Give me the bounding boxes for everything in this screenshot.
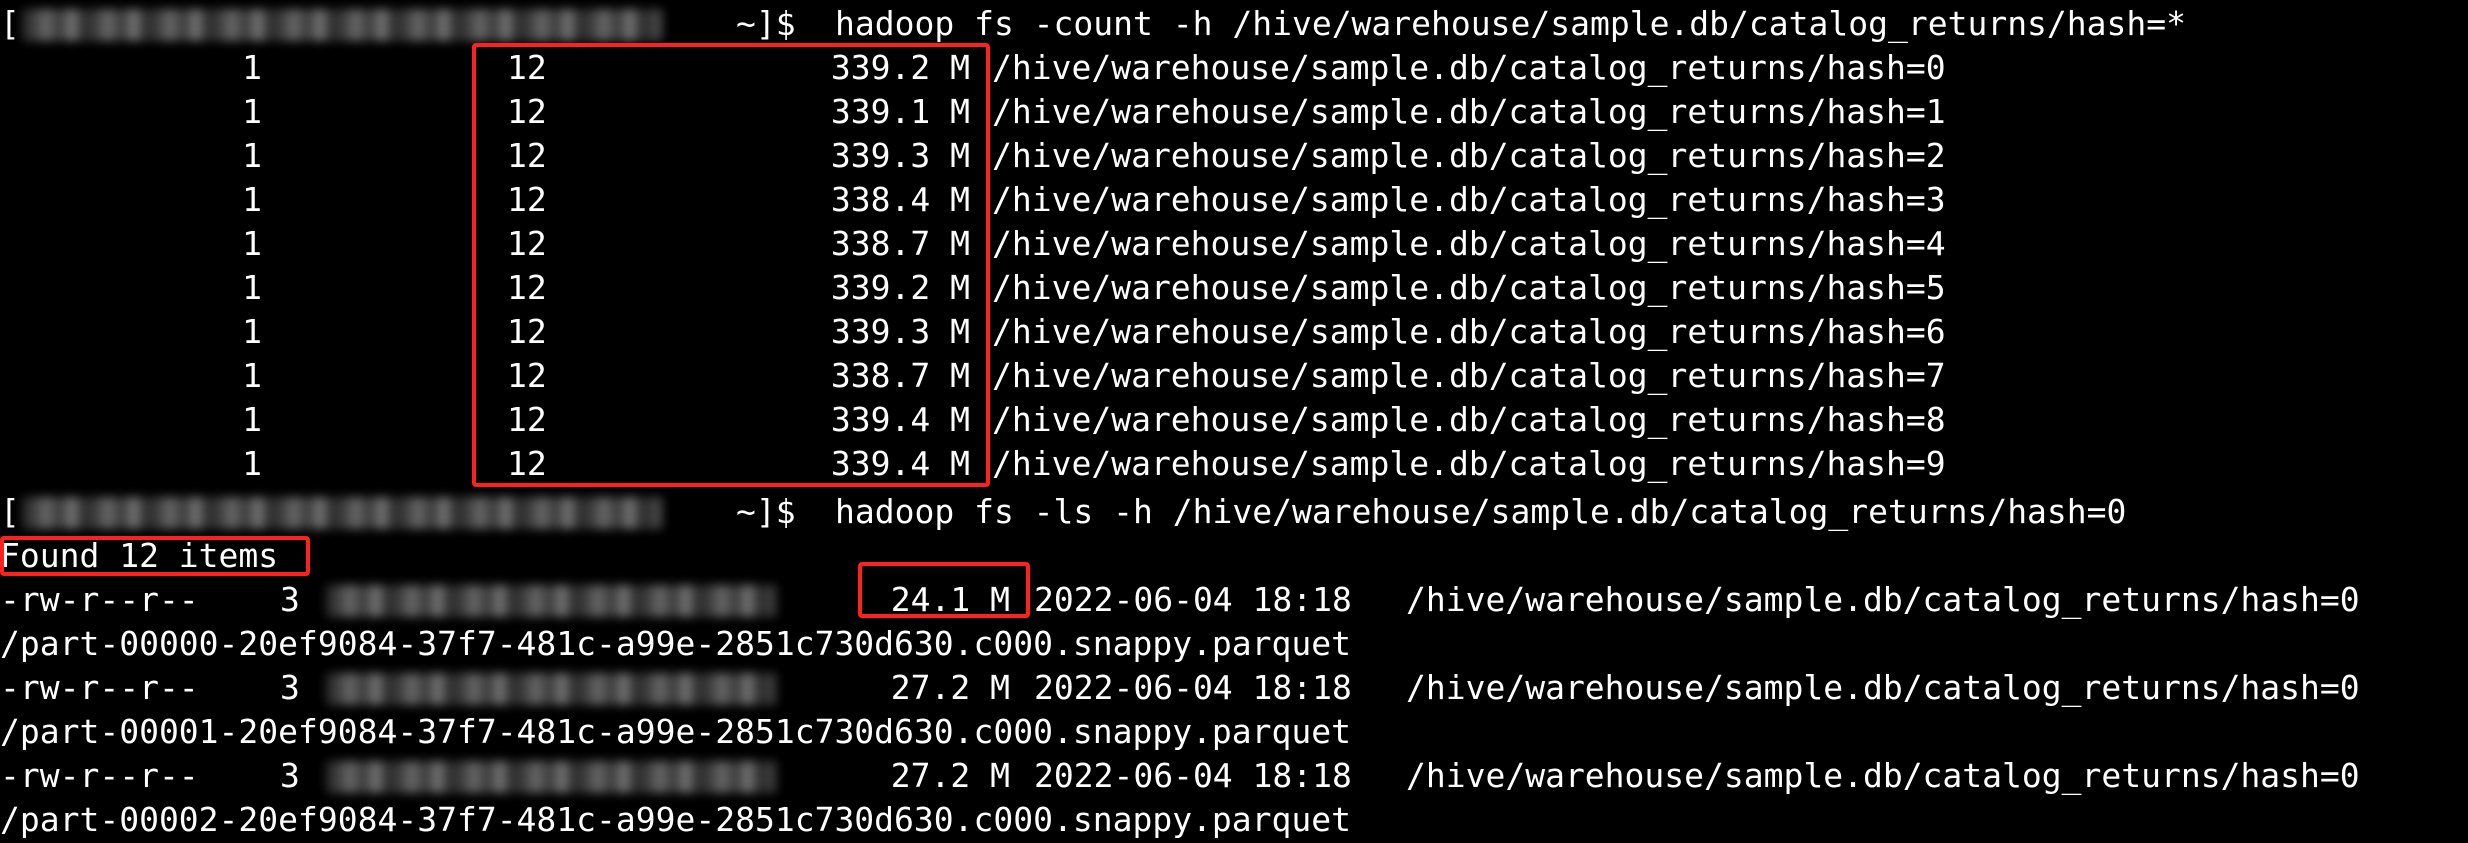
content-size: 339.2 M [830,268,970,307]
file-size: 27.2 M [890,668,1010,707]
hdfs-path: /hive/warehouse/sample.db/catalog_return… [992,180,1946,219]
content-size: 338.7 M [830,224,970,263]
file-count: 12 [507,268,547,307]
hdfs-path: /hive/warehouse/sample.db/catalog_return… [1406,580,2360,619]
hdfs-path: /hive/warehouse/sample.db/catalog_return… [992,136,1946,175]
count-row: 1 12 339.1 M/hive/warehouse/sample.db/cata… [0,90,2468,134]
dir-count: 1 [242,92,262,131]
count-row: 1 12 339.4 M/hive/warehouse/sample.db/cata… [0,442,2468,486]
file-count: 12 [507,92,547,131]
dir-count: 1 [242,268,262,307]
prompt-open-bracket: [ [0,4,20,43]
file-size: 24.1 M [890,580,1010,619]
found-items-text: Found 12 items [0,536,279,575]
count-row: 1 12 339.2 M/hive/warehouse/sample.db/cata… [0,266,2468,310]
prompt-line-count: [ ~]$ hadoop fs -count -h /hive/warehous… [0,2,2468,46]
content-size: 339.1 M [830,92,970,131]
command-text: hadoop fs -count -h /hive/warehouse/samp… [835,4,2187,43]
redacted-owner-group [326,673,776,705]
prompt-tail: ~]$ [736,492,796,531]
parquet-filename: /part-00002-20ef9084-37f7-481c-a99e-2851… [0,800,1352,839]
dir-count: 1 [242,224,262,263]
redacted-owner-group [326,585,776,617]
content-size: 339.2 M [830,48,970,87]
hdfs-path: /hive/warehouse/sample.db/catalog_return… [992,268,1946,307]
hdfs-path: /hive/warehouse/sample.db/catalog_return… [1406,756,2360,795]
file-permissions: -rw-r--r-- [0,668,199,707]
ls-row-filename: /part-00001-20ef9084-37f7-481c-a99e-2851… [0,710,2468,754]
content-size: 338.4 M [830,180,970,219]
file-count: 12 [507,136,547,175]
file-count: 12 [507,224,547,263]
dir-count: 1 [242,400,262,439]
dir-count: 1 [242,444,262,483]
hdfs-path: /hive/warehouse/sample.db/catalog_return… [992,224,1946,263]
prompt-tail: ~]$ [736,4,796,43]
modified-timestamp: 2022-06-04 18:18 [1034,668,1352,707]
file-count: 12 [507,312,547,351]
prompt-open-bracket: [ [0,492,20,531]
file-count: 12 [507,356,547,395]
modified-timestamp: 2022-06-04 18:18 [1034,756,1352,795]
ls-row: -rw-r--r-- 3 24.1 M 2022-06-04 18:18/hive/w… [0,578,2468,622]
content-size: 339.3 M [830,312,970,351]
ls-row-filename: /part-00002-20ef9084-37f7-481c-a99e-2851… [0,798,2468,842]
count-row: 1 12 338.4 M/hive/warehouse/sample.db/cata… [0,178,2468,222]
count-row: 1 12 339.2 M/hive/warehouse/sample.db/cata… [0,46,2468,90]
dir-count: 1 [242,136,262,175]
found-items-line: Found 12 items [0,534,278,578]
dir-count: 1 [242,48,262,87]
count-row: 1 12 339.3 M/hive/warehouse/sample.db/cata… [0,310,2468,354]
replication-factor: 3 [280,668,300,707]
file-count: 12 [507,180,547,219]
command-text: hadoop fs -ls -h /hive/warehouse/sample.… [835,492,2127,531]
ls-row: -rw-r--r-- 3 27.2 M 2022-06-04 18:18/hive/w… [0,666,2468,710]
hdfs-path: /hive/warehouse/sample.db/catalog_return… [992,444,1946,483]
dir-count: 1 [242,312,262,351]
prompt-line-ls: [ ~]$ hadoop fs -ls -h /hive/warehouse/s… [0,490,2468,534]
hdfs-path: /hive/warehouse/sample.db/catalog_return… [1406,668,2360,707]
file-permissions: -rw-r--r-- [0,580,199,619]
parquet-filename: /part-00000-20ef9084-37f7-481c-a99e-2851… [0,624,1352,663]
content-size: 339.4 M [830,400,970,439]
hdfs-path: /hive/warehouse/sample.db/catalog_return… [992,400,1946,439]
replication-factor: 3 [280,756,300,795]
count-row: 1 12 338.7 M/hive/warehouse/sample.db/cata… [0,354,2468,398]
file-permissions: -rw-r--r-- [0,756,199,795]
content-size: 339.3 M [830,136,970,175]
file-count: 12 [507,48,547,87]
replication-factor: 3 [280,580,300,619]
count-row: 1 12 339.3 M/hive/warehouse/sample.db/cata… [0,134,2468,178]
count-row: 1 12 339.4 M/hive/warehouse/sample.db/cata… [0,398,2468,442]
terminal-window[interactable]: [ ~]$ hadoop fs -count -h /hive/warehous… [0,0,2468,843]
hdfs-path: /hive/warehouse/sample.db/catalog_return… [992,356,1946,395]
redacted-user-host [22,497,662,529]
hdfs-path: /hive/warehouse/sample.db/catalog_return… [992,312,1946,351]
content-size: 339.4 M [830,444,970,483]
count-row: 1 12 338.7 M/hive/warehouse/sample.db/cata… [0,222,2468,266]
dir-count: 1 [242,180,262,219]
dir-count: 1 [242,356,262,395]
redacted-user-host [22,9,662,41]
file-count: 12 [507,400,547,439]
modified-timestamp: 2022-06-04 18:18 [1034,580,1352,619]
file-size: 27.2 M [890,756,1010,795]
redacted-owner-group [326,761,776,793]
file-count: 12 [507,444,547,483]
parquet-filename: /part-00001-20ef9084-37f7-481c-a99e-2851… [0,712,1352,751]
ls-row: -rw-r--r-- 3 27.2 M 2022-06-04 18:18/hive/w… [0,754,2468,798]
ls-row-filename: /part-00000-20ef9084-37f7-481c-a99e-2851… [0,622,2468,666]
hdfs-path: /hive/warehouse/sample.db/catalog_return… [992,92,1946,131]
content-size: 338.7 M [830,356,970,395]
hdfs-path: /hive/warehouse/sample.db/catalog_return… [992,48,1946,87]
